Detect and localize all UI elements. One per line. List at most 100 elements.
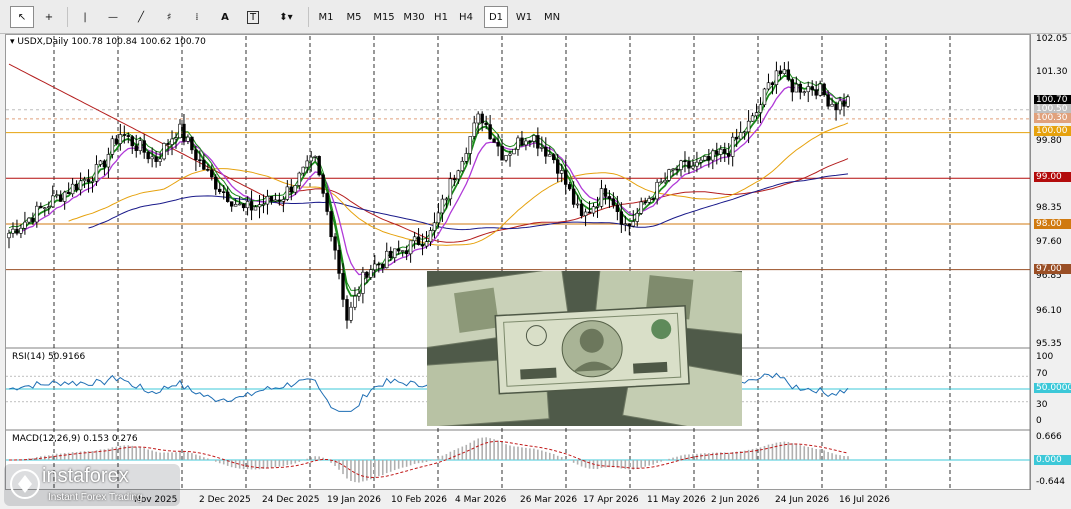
candle-body <box>237 203 242 206</box>
candle-body <box>241 203 246 209</box>
price-tick: 96.10 <box>1036 306 1062 316</box>
candle-body <box>245 201 250 209</box>
candle-body <box>452 178 457 181</box>
candle-body <box>599 188 604 207</box>
candle-body <box>393 248 397 258</box>
candle-body <box>571 188 576 205</box>
candle-body <box>55 194 59 197</box>
candle-body <box>229 201 234 207</box>
candle-body <box>440 198 445 214</box>
date-label: 19 Jan 2026 <box>327 495 381 505</box>
chart-canvas[interactable] <box>0 0 1071 509</box>
candle-body <box>162 143 166 160</box>
candle-body <box>66 191 71 195</box>
collapse-triangle-icon[interactable]: ▾ <box>10 37 15 47</box>
candle-body <box>154 156 158 162</box>
candle-body <box>711 150 715 161</box>
candle-body <box>734 136 739 140</box>
navy-moving-average <box>88 173 849 231</box>
candle-body <box>305 160 309 168</box>
candle-body <box>683 160 687 163</box>
candle-body <box>472 122 476 137</box>
candle-body <box>428 230 433 242</box>
candle-body <box>552 154 556 161</box>
rsi-level: 0 <box>1036 416 1042 426</box>
candle-body <box>202 159 206 170</box>
candle-body <box>309 156 313 162</box>
candle-body <box>166 143 170 145</box>
brand-name: instaforex <box>42 465 129 487</box>
candle-body <box>532 135 536 142</box>
candle-body <box>647 198 651 203</box>
candle-body <box>257 204 262 208</box>
candle-body <box>27 217 31 223</box>
candle-body <box>575 203 580 206</box>
candle-body <box>381 263 385 269</box>
candle-body <box>639 201 643 214</box>
price-tick: 99.80 <box>1036 136 1062 146</box>
rsi-level: 100 <box>1036 352 1054 362</box>
candle-body <box>39 205 43 209</box>
candle-body <box>579 203 584 216</box>
candle-body <box>253 206 258 211</box>
level-tag-98-00: 98.00 <box>1034 219 1071 229</box>
macd-zero-tag: 0.000 <box>1034 455 1071 465</box>
candle-body <box>707 155 711 161</box>
rsi-label: RSI(14) 50.9166 <box>12 352 86 362</box>
candle-body <box>846 96 850 107</box>
candle-body <box>742 131 747 134</box>
candle-body <box>106 154 111 168</box>
candle-body <box>420 244 425 247</box>
candle-body <box>194 149 198 161</box>
candle-body <box>806 86 810 93</box>
candle-body <box>758 104 763 113</box>
candle-body <box>492 138 496 143</box>
candle-body <box>786 69 791 80</box>
candle-body <box>703 155 707 161</box>
candle-body <box>313 156 317 158</box>
instaforex-logo: instaforex Instant Forex Trading <box>4 464 180 506</box>
candle-body <box>269 196 274 202</box>
candle-body <box>595 206 600 208</box>
candle-body <box>810 86 814 91</box>
candle-body <box>540 147 544 149</box>
date-label: 16 Jul 2026 <box>839 495 890 505</box>
candle-body <box>762 88 767 106</box>
instaforex-emblem-icon <box>10 469 40 499</box>
candle-body <box>730 136 735 157</box>
candle-body <box>675 168 679 171</box>
candle-body <box>134 145 138 151</box>
price-tick: 98.35 <box>1036 203 1062 213</box>
candle-body <box>98 160 103 165</box>
price-tick: 101.30 <box>1036 67 1068 77</box>
candle-body <box>142 140 146 153</box>
candle-body <box>321 174 325 194</box>
candle-body <box>138 140 142 151</box>
candle-body <box>170 138 174 145</box>
price-tick: 95.35 <box>1036 339 1062 349</box>
candle-body <box>118 134 123 144</box>
candle-body <box>611 198 616 206</box>
candle-body <box>31 217 35 223</box>
candle-body <box>766 82 771 90</box>
candle-body <box>448 178 453 200</box>
candle-body <box>603 188 608 197</box>
candle-body <box>78 180 83 191</box>
candle-body <box>814 89 818 96</box>
level-tag-99-00: 99.00 <box>1034 172 1071 182</box>
candle-body <box>643 201 647 204</box>
candle-body <box>750 115 755 122</box>
ohlc-values: 100.78 100.84 100.62 100.70 <box>71 37 206 47</box>
candle-body <box>94 164 99 182</box>
candle-body <box>396 248 401 252</box>
candle-body <box>738 132 743 140</box>
candle-body <box>699 159 703 163</box>
candle-body <box>842 100 846 107</box>
candle-body <box>556 159 560 174</box>
candle-body <box>460 160 464 172</box>
macd-label: MACD(12,26,9) 0.153 0.276 <box>12 434 138 444</box>
date-label: 26 Mar 2026 <box>520 495 578 505</box>
candle-body <box>198 159 202 162</box>
candle-body <box>516 137 520 150</box>
candle-body <box>834 103 838 111</box>
